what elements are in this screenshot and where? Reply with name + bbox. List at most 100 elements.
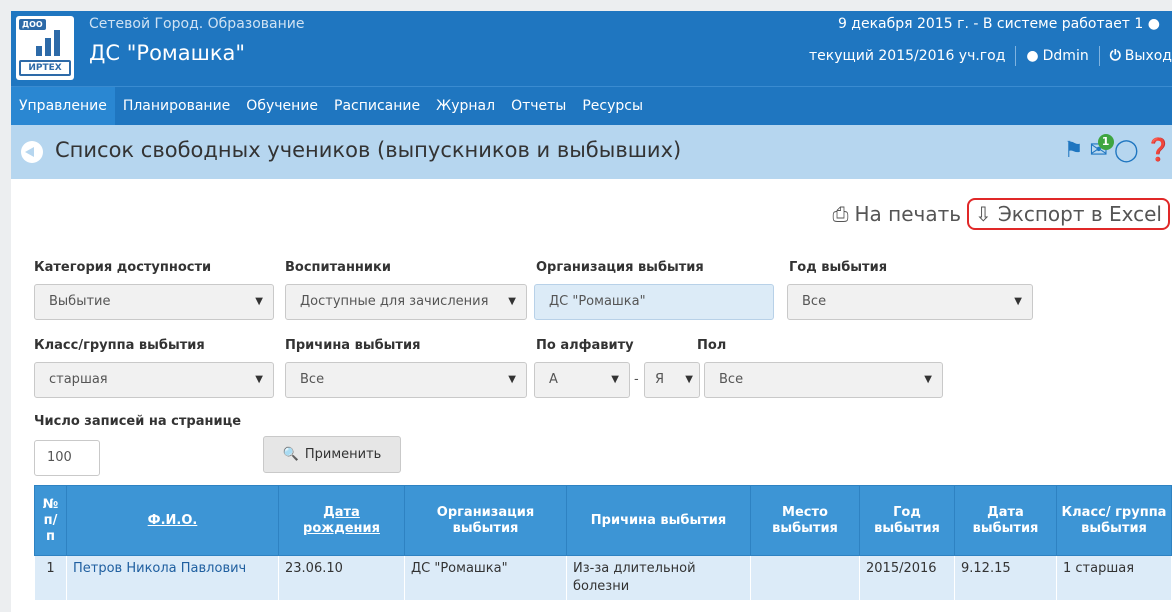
category-select[interactable]: Выбытие ▼ <box>34 284 274 320</box>
logo-bars-icon <box>36 30 60 56</box>
col-name[interactable]: Ф.И.О. <box>66 485 279 556</box>
pupils-value: Доступные для зачисления <box>300 294 489 309</box>
page-actions: ⎙ На печать ⇩ Экспорт в Excel <box>833 198 1170 230</box>
category-label: Категория доступности <box>34 260 212 275</box>
per-page-label: Число записей на странице <box>34 414 242 429</box>
col-year: Год выбытия <box>859 485 955 556</box>
col-class: Класс/ группа выбытия <box>1056 485 1172 556</box>
nav-item-resources[interactable]: Ресурсы <box>574 87 651 125</box>
search-icon: 🔍 <box>282 447 299 462</box>
logo-label: ИРТЕХ <box>19 60 71 76</box>
nav-item-journal[interactable]: Журнал <box>428 87 503 125</box>
user-name-link[interactable]: Ddmin <box>1043 48 1089 64</box>
gender-value: Все <box>719 372 744 387</box>
nav-item-management[interactable]: Управление <box>11 87 115 125</box>
pupils-label: Воспитанники <box>285 260 391 275</box>
alpha-from-select[interactable]: А ▼ <box>534 362 630 398</box>
col-number: № п/ п <box>34 485 67 556</box>
nav-item-planning[interactable]: Планирование <box>115 87 238 125</box>
category-value: Выбытие <box>49 294 111 309</box>
pupils-select[interactable]: Доступные для зачисления ▼ <box>285 284 527 320</box>
alpha-range-dash: - <box>634 372 639 387</box>
chevron-down-icon: ▼ <box>685 374 693 385</box>
export-label: Экспорт в Excel <box>997 202 1162 226</box>
chevron-down-icon: ▼ <box>611 374 619 385</box>
back-arrow-icon[interactable] <box>21 141 43 163</box>
print-label: На печать <box>854 202 962 226</box>
alpha-to-value: Я <box>655 372 665 387</box>
chevron-down-icon: ▼ <box>255 374 263 385</box>
nav-item-reports[interactable]: Отчеты <box>503 87 574 125</box>
org-label: Организация выбытия <box>536 260 704 275</box>
nav-item-schedule[interactable]: Расписание <box>326 87 428 125</box>
apply-button[interactable]: 🔍 Применить <box>263 436 401 473</box>
mail-icon[interactable]: ✉ 1 <box>1090 134 1114 163</box>
title-bar: Список свободных учеников (выпускников и… <box>11 125 1172 179</box>
app-window: ДОО ИРТЕХ Сетевой Город. Образование ДС … <box>11 11 1172 612</box>
divider <box>1098 46 1100 66</box>
print-button[interactable]: ⎙ На печать <box>833 202 962 226</box>
col-birth-date[interactable]: Дата рождения <box>278 485 405 556</box>
user-bar: текущий 2015/2016 уч.год ● Ddmin ⏻ Выход <box>809 46 1172 66</box>
col-date: Дата выбытия <box>954 485 1057 556</box>
col-org: Организация выбытия <box>404 485 567 556</box>
col-name-label[interactable]: Ф.И.О. <box>148 513 198 528</box>
cell-date: 9.12.15 <box>954 555 1057 601</box>
chevron-down-icon: ▼ <box>255 296 263 307</box>
reason-value: Все <box>300 372 325 387</box>
cell-org: ДС "Ромашка" <box>404 555 567 601</box>
export-excel-button[interactable]: ⇩ Экспорт в Excel <box>967 198 1170 230</box>
col-birth-date-label[interactable]: Дата рождения <box>303 505 380 536</box>
user-icon: ● <box>1026 48 1039 64</box>
org-value: ДС "Ромашка" <box>549 294 646 309</box>
gender-label: Пол <box>697 338 727 353</box>
class-select[interactable]: старшая ▼ <box>34 362 274 398</box>
pupils-table: № п/ п Ф.И.О. Дата рождения Организация … <box>34 485 1172 601</box>
app-logo[interactable]: ДОО ИРТЕХ <box>16 16 74 80</box>
chevron-down-icon: ▼ <box>1014 296 1022 307</box>
chevron-down-icon: ▼ <box>508 296 516 307</box>
table-row: 1 Петров Никола Павлович 23.06.10 ДС "Ро… <box>34 555 1172 601</box>
system-name: Сетевой Город. Образование <box>89 16 305 32</box>
header: ДОО ИРТЕХ Сетевой Город. Образование ДС … <box>11 11 1172 86</box>
org-field[interactable]: ДС "Ромашка" <box>534 284 774 320</box>
cell-reason: Из-за длительной болезни <box>566 555 751 601</box>
col-reason: Причина выбытия <box>566 485 751 556</box>
divider <box>1015 46 1017 66</box>
cell-number: 1 <box>34 555 67 601</box>
org-name: ДС "Ромашка" <box>89 41 246 65</box>
col-place: Место выбытия <box>750 485 860 556</box>
chat-icon[interactable]: ◯ <box>1114 138 1139 163</box>
per-page-value: 100 <box>47 450 72 465</box>
cell-birth-date: 23.06.10 <box>278 555 405 601</box>
pupil-name-link[interactable]: Петров Никола Павлович <box>66 555 279 601</box>
cell-place <box>750 555 860 601</box>
chevron-down-icon: ▼ <box>924 374 932 385</box>
page-title: Список свободных учеников (выпускников и… <box>55 138 682 162</box>
chevron-down-icon: ▼ <box>508 374 516 385</box>
cell-class: 1 старшая <box>1056 555 1172 601</box>
megaphone-icon[interactable]: ⚑ <box>1064 138 1084 163</box>
school-year[interactable]: текущий 2015/2016 уч.год <box>809 48 1005 64</box>
apply-label: Применить <box>304 447 382 462</box>
alpha-to-select[interactable]: Я ▼ <box>644 362 700 398</box>
reason-select[interactable]: Все ▼ <box>285 362 527 398</box>
gender-select[interactable]: Все ▼ <box>704 362 943 398</box>
logo-badge: ДОО <box>19 19 46 30</box>
year-value: Все <box>802 294 827 309</box>
reason-label: Причина выбытия <box>285 338 421 353</box>
title-icons: ⚑ ✉ 1 ◯ ❓ <box>1064 134 1172 163</box>
cell-year: 2015/2016 <box>859 555 955 601</box>
help-icon[interactable]: ❓ <box>1145 138 1172 163</box>
system-status: 9 декабря 2015 г. - В системе работает 1… <box>838 16 1160 32</box>
year-select[interactable]: Все ▼ <box>787 284 1033 320</box>
nav-item-learning[interactable]: Обучение <box>238 87 326 125</box>
year-label: Год выбытия <box>789 260 888 275</box>
logout-link[interactable]: Выход <box>1125 48 1172 64</box>
mail-badge: 1 <box>1097 134 1114 150</box>
class-label: Класс/группа выбытия <box>34 338 205 353</box>
export-icon: ⇩ <box>975 202 992 226</box>
status-text: 9 декабря 2015 г. - В системе работает 1 <box>837 16 1144 32</box>
main-nav: Управление Планирование Обучение Расписа… <box>11 86 1172 125</box>
per-page-input[interactable]: 100 <box>34 440 100 476</box>
